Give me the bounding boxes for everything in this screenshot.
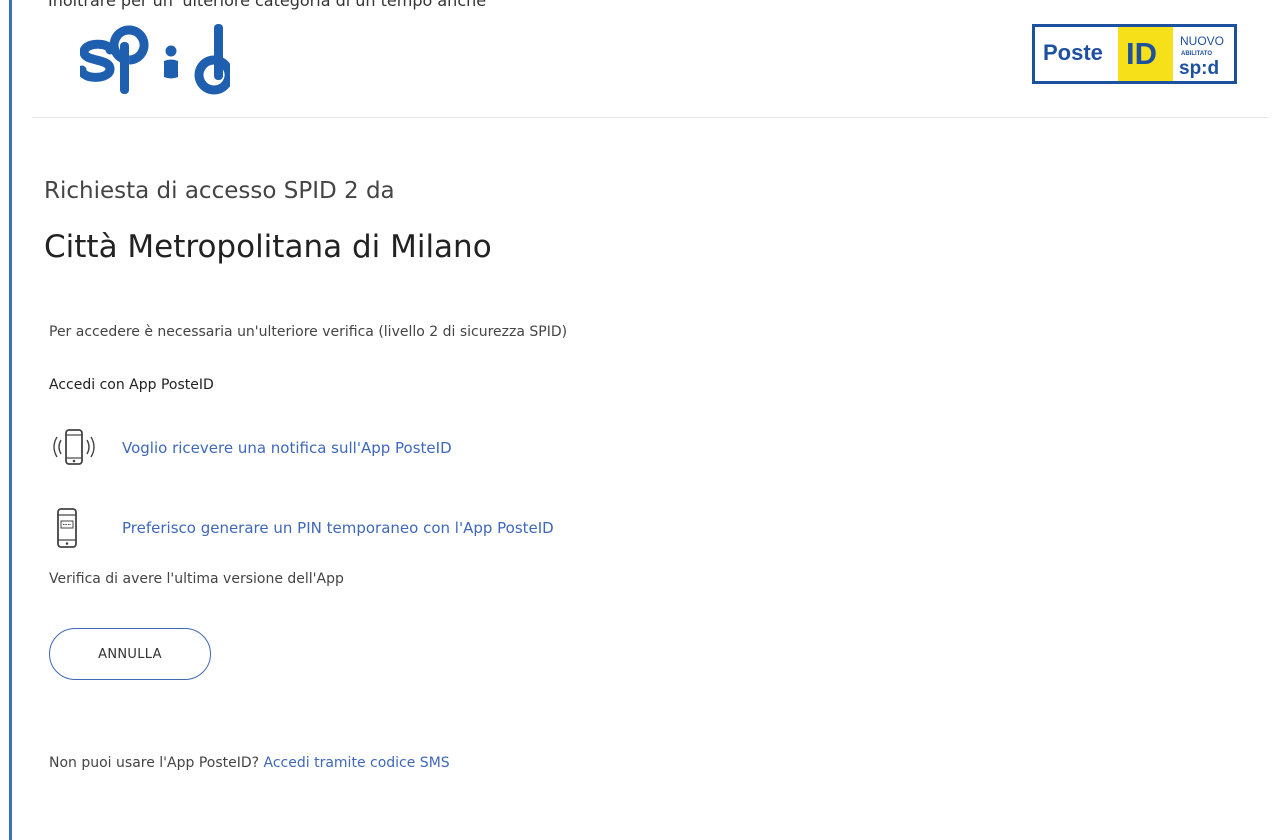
svg-text:NUOVO: NUOVO	[1180, 34, 1224, 48]
spid-logo	[77, 14, 234, 100]
footer-question: Non puoi usare l'App PosteID?	[49, 755, 260, 771]
pin-option-link[interactable]: Preferisco generare un PIN temporaneo co…	[122, 519, 554, 537]
notification-option-link[interactable]: Voglio ricevere una notifica sull'App Po…	[122, 439, 452, 457]
verification-info: Per accedere è necessaria un'ulteriore v…	[49, 324, 568, 340]
access-section-label: Accedi con App PosteID	[49, 377, 214, 393]
header: Poste ID NUOVO ABILITATO sp:d	[32, 0, 1268, 118]
notification-option[interactable]: Voglio ricevere una notifica sull'App Po…	[50, 426, 452, 470]
cancel-button[interactable]: ANNULLA	[49, 628, 211, 680]
pin-option[interactable]: Preferisco generare un PIN temporaneo co…	[50, 506, 554, 550]
request-subtitle: Richiesta di accesso SPID 2 da	[44, 178, 395, 204]
footer-alternative: Non puoi usare l'App PosteID? Accedi tra…	[49, 755, 450, 771]
posteid-logo: Poste ID NUOVO ABILITATO sp:d	[1032, 24, 1237, 88]
svg-text:ABILITATO: ABILITATO	[1181, 51, 1212, 57]
sms-access-link[interactable]: Accedi tramite codice SMS	[264, 755, 450, 771]
svg-text:ID: ID	[1126, 36, 1157, 71]
svg-text:Poste: Poste	[1043, 40, 1103, 65]
phone-notification-icon	[50, 426, 102, 470]
spid-login-page: Inoltrare per un' ulteriore categoria di…	[0, 0, 1274, 840]
app-version-note: Verifica di avere l'ultima versione dell…	[49, 571, 344, 587]
left-border	[9, 0, 12, 840]
service-provider-title: Città Metropolitana di Milano	[44, 229, 492, 265]
phone-pin-icon	[50, 506, 102, 550]
svg-text:sp:d: sp:d	[1179, 58, 1219, 79]
